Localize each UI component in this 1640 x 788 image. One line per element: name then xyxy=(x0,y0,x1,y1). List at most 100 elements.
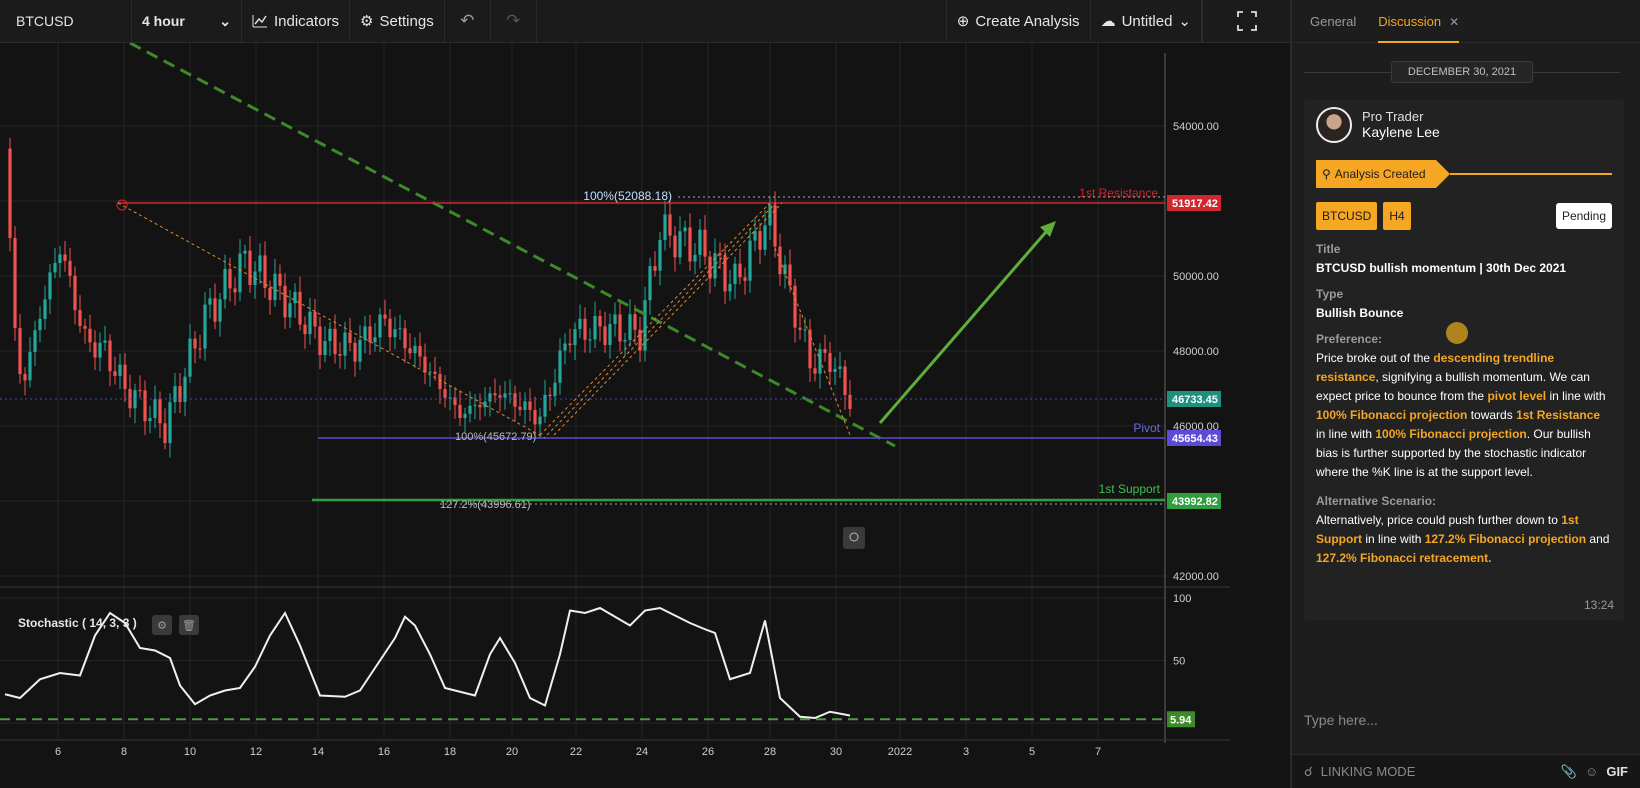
candle-body xyxy=(468,405,472,414)
fib-low-label: 127.2%(43996.61) xyxy=(440,499,531,511)
body-text: Alternatively, price could push further … xyxy=(1316,513,1562,527)
highlight-text: pivot level xyxy=(1487,389,1547,403)
indicator-delete-button[interactable]: 🗑 xyxy=(179,615,199,635)
fib-mid-label: 100%(45672.79) xyxy=(455,431,536,443)
candle-body xyxy=(303,324,307,335)
redo-button[interactable]: ↷ xyxy=(491,0,537,43)
candle-body xyxy=(338,354,342,356)
candle-body xyxy=(63,254,67,261)
candle-body xyxy=(258,255,262,272)
candle-body xyxy=(588,339,592,341)
linking-mode-label[interactable]: LINKING MODE xyxy=(1321,764,1416,779)
resistance-label: 1st Resistance xyxy=(1079,186,1158,200)
emoji-icon[interactable]: ☺ xyxy=(1585,764,1598,779)
candle-body xyxy=(508,393,512,395)
candle-body xyxy=(408,348,412,354)
candle-body xyxy=(478,404,482,408)
highlight-text: 100% Fibonacci projection xyxy=(1316,408,1468,422)
highlight-text: 127.2% Fibonacci projection xyxy=(1424,532,1587,546)
candle-body xyxy=(13,237,17,329)
layout-dropdown[interactable]: ☁ Untitled ⌄ xyxy=(1091,0,1202,43)
fullscreen-button[interactable] xyxy=(1202,0,1290,43)
create-analysis-button[interactable]: ⊕ Create Analysis xyxy=(945,0,1091,43)
analysis-created-banner: ⚲ Analysis Created xyxy=(1316,160,1612,188)
candle-body xyxy=(138,390,142,392)
compose-box[interactable] xyxy=(1304,706,1624,734)
candle-body xyxy=(583,318,587,340)
candle-body xyxy=(53,262,57,273)
close-icon[interactable]: ✕ xyxy=(1449,15,1459,29)
candle-body xyxy=(503,393,507,398)
candle-body xyxy=(513,393,517,407)
price-tick-label: 50000.00 xyxy=(1173,271,1219,283)
indicator-settings-button[interactable]: ⚙ xyxy=(152,615,172,635)
symbol-selector[interactable]: BTCUSD xyxy=(0,0,132,43)
candle-body xyxy=(493,393,497,396)
candle-body xyxy=(813,368,817,374)
candle-body xyxy=(193,338,197,349)
cursor-highlight xyxy=(1446,322,1468,344)
candle-body xyxy=(428,371,432,373)
indicators-label: Indicators xyxy=(274,12,340,30)
candle-body xyxy=(68,260,72,276)
candle-body xyxy=(33,330,37,352)
candle-body xyxy=(283,285,287,318)
candle-body xyxy=(293,291,297,304)
tab-general[interactable]: General xyxy=(1310,0,1356,43)
candle-body xyxy=(678,231,682,258)
candle-body xyxy=(358,339,362,362)
support-label: 1st Support xyxy=(1099,482,1161,496)
message-input[interactable] xyxy=(1304,712,1624,728)
gif-button[interactable]: GIF xyxy=(1606,764,1628,779)
candle-body xyxy=(688,227,692,262)
candle-body xyxy=(38,318,42,331)
app-root: BTCUSD 4 hour ⌄ Indicators ⚙ Settings ↶ … xyxy=(0,0,1640,788)
time-tick-label: 26 xyxy=(702,746,714,758)
candle-body xyxy=(738,263,742,278)
indicators-button[interactable]: Indicators xyxy=(242,0,351,43)
settings-button[interactable]: ⚙ Settings xyxy=(350,0,445,43)
tab-discussion[interactable]: Discussion ✕ xyxy=(1378,3,1460,43)
candle-body xyxy=(803,329,807,331)
time-tick-label: 24 xyxy=(636,746,648,758)
candle-body xyxy=(93,342,97,358)
badge-row: BTCUSD H4 Pending xyxy=(1316,202,1612,230)
interval-dropdown[interactable]: 4 hour ⌄ xyxy=(132,0,242,43)
time-tick-label: 2022 xyxy=(888,746,912,758)
lightbulb-icon: ⚲ xyxy=(1322,167,1331,181)
candle-body xyxy=(698,229,702,255)
attach-icon[interactable]: 📎 xyxy=(1561,764,1577,780)
title-value: BTCUSD bullish momentum | 30th Dec 2021 xyxy=(1316,261,1567,275)
candle-body xyxy=(843,366,847,395)
status-badge: Pending xyxy=(1555,203,1612,229)
candle-body xyxy=(348,332,352,343)
price-chart[interactable]: 54000.00 50000.00 48000.00 46000.00 42000.00… xyxy=(0,43,1290,788)
analysis-panel: General Discussion ✕ DECEMBER 30, 2021 P… xyxy=(1290,0,1640,788)
undo-button[interactable]: ↶ xyxy=(445,0,491,43)
candle-body xyxy=(673,235,677,258)
candle-body xyxy=(473,404,477,406)
candle-body xyxy=(78,310,82,326)
analysis-card: Pro Trader Kaylene Lee ⚲ Analysis Create… xyxy=(1304,100,1624,620)
candle-body xyxy=(443,389,447,398)
author-name[interactable]: Kaylene Lee xyxy=(1362,124,1440,140)
candle-body xyxy=(393,329,397,338)
candle-body xyxy=(728,284,732,292)
time-tick-label: 3 xyxy=(963,746,969,758)
current-price-value: 46733.45 xyxy=(1172,394,1218,406)
candle-body xyxy=(703,229,707,257)
time-tick-label: 7 xyxy=(1095,746,1101,758)
chart-canvas[interactable]: 54000.0050000.0048000.0046000.0042000.00… xyxy=(0,43,1290,788)
avatar[interactable] xyxy=(1316,106,1352,143)
candle-body xyxy=(368,326,372,343)
candle-body xyxy=(793,285,797,328)
candle-body xyxy=(693,254,697,262)
candle-body xyxy=(538,416,542,425)
analysis-created-tag: ⚲ Analysis Created xyxy=(1316,160,1449,188)
candle-body xyxy=(218,299,222,322)
price-tick-label: 48000.00 xyxy=(1173,346,1219,358)
tab-discussion-label: Discussion xyxy=(1378,14,1442,29)
link-icon: ☌ xyxy=(1304,763,1313,779)
panel-footer: ☌ LINKING MODE 📎 ☺ GIF xyxy=(1292,754,1640,788)
resistance-value: 51917.42 xyxy=(1172,198,1218,210)
